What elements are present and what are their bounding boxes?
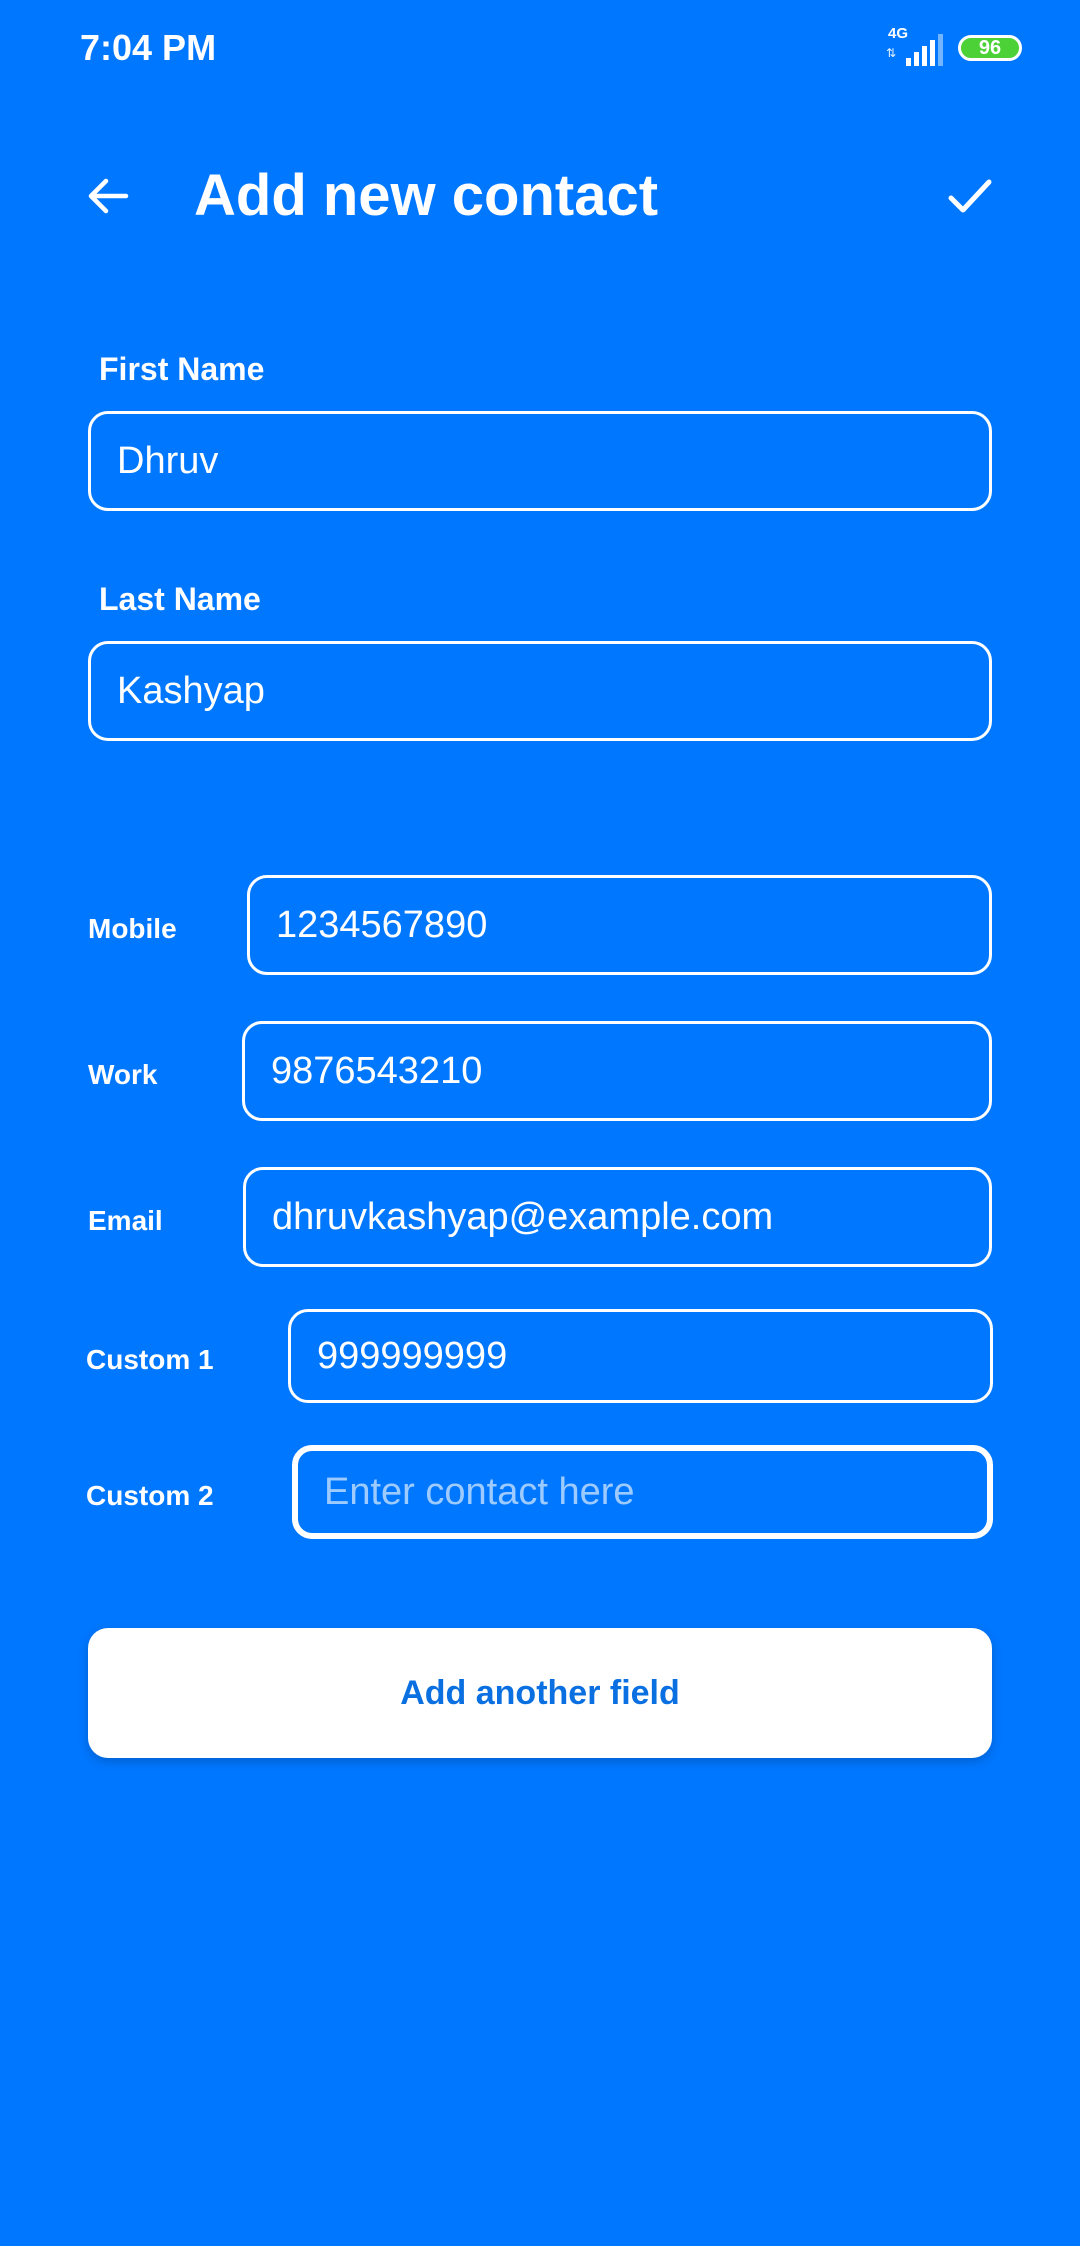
save-button[interactable] (940, 166, 1000, 226)
custom-1-label: Custom 1 (86, 1344, 214, 1375)
work-input[interactable] (242, 1021, 992, 1121)
battery-icon: 96 (958, 35, 1022, 61)
custom-2-input[interactable] (292, 1445, 993, 1539)
email-label: Email (88, 1205, 163, 1236)
status-icons: 4G ⇅ 96 (886, 26, 1022, 70)
custom-1-input[interactable] (288, 1309, 993, 1403)
checkmark-icon (948, 179, 992, 213)
last-name-input[interactable] (88, 641, 992, 741)
first-name-input[interactable] (88, 411, 992, 511)
arrow-left-icon (88, 178, 129, 214)
work-label: Work (88, 1059, 158, 1090)
first-name-label: First Name (99, 351, 265, 387)
mobile-input[interactable] (247, 875, 992, 975)
custom-2-label: Custom 2 (86, 1480, 214, 1511)
mobile-label: Mobile (88, 913, 177, 944)
email-input[interactable] (243, 1167, 992, 1267)
battery-level: 96 (978, 36, 1002, 59)
signal-bars-icon (906, 34, 943, 66)
signal-indicator: 4G ⇅ (886, 26, 944, 68)
page-title: Add new contact (194, 163, 659, 228)
last-name-label: Last Name (99, 581, 261, 617)
status-time: 7:04 PM (80, 27, 217, 68)
data-activity-icon: ⇅ (886, 46, 897, 60)
add-field-button[interactable]: Add another field (88, 1628, 992, 1758)
back-button[interactable] (78, 166, 138, 226)
add-field-label: Add another field (400, 1673, 680, 1712)
